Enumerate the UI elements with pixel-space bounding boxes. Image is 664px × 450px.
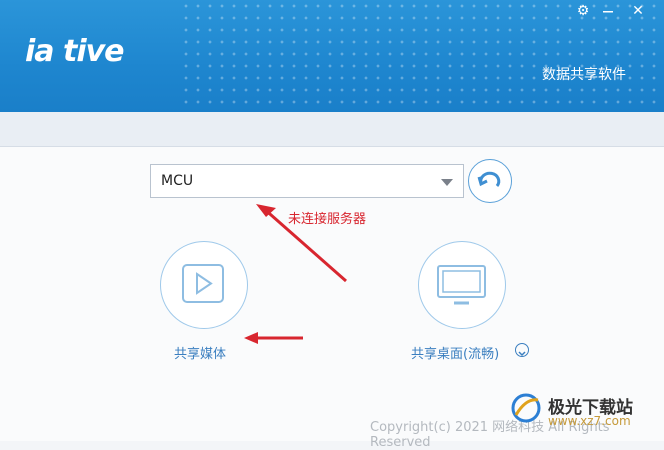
- annotation-arrows: [244, 204, 347, 344]
- watermark-url: www.xz7.com: [548, 414, 631, 428]
- annotation-arrow-status: [261, 205, 347, 283]
- annotation-arrowhead-media: [244, 332, 258, 344]
- watermark-logo-icon: [511, 393, 541, 423]
